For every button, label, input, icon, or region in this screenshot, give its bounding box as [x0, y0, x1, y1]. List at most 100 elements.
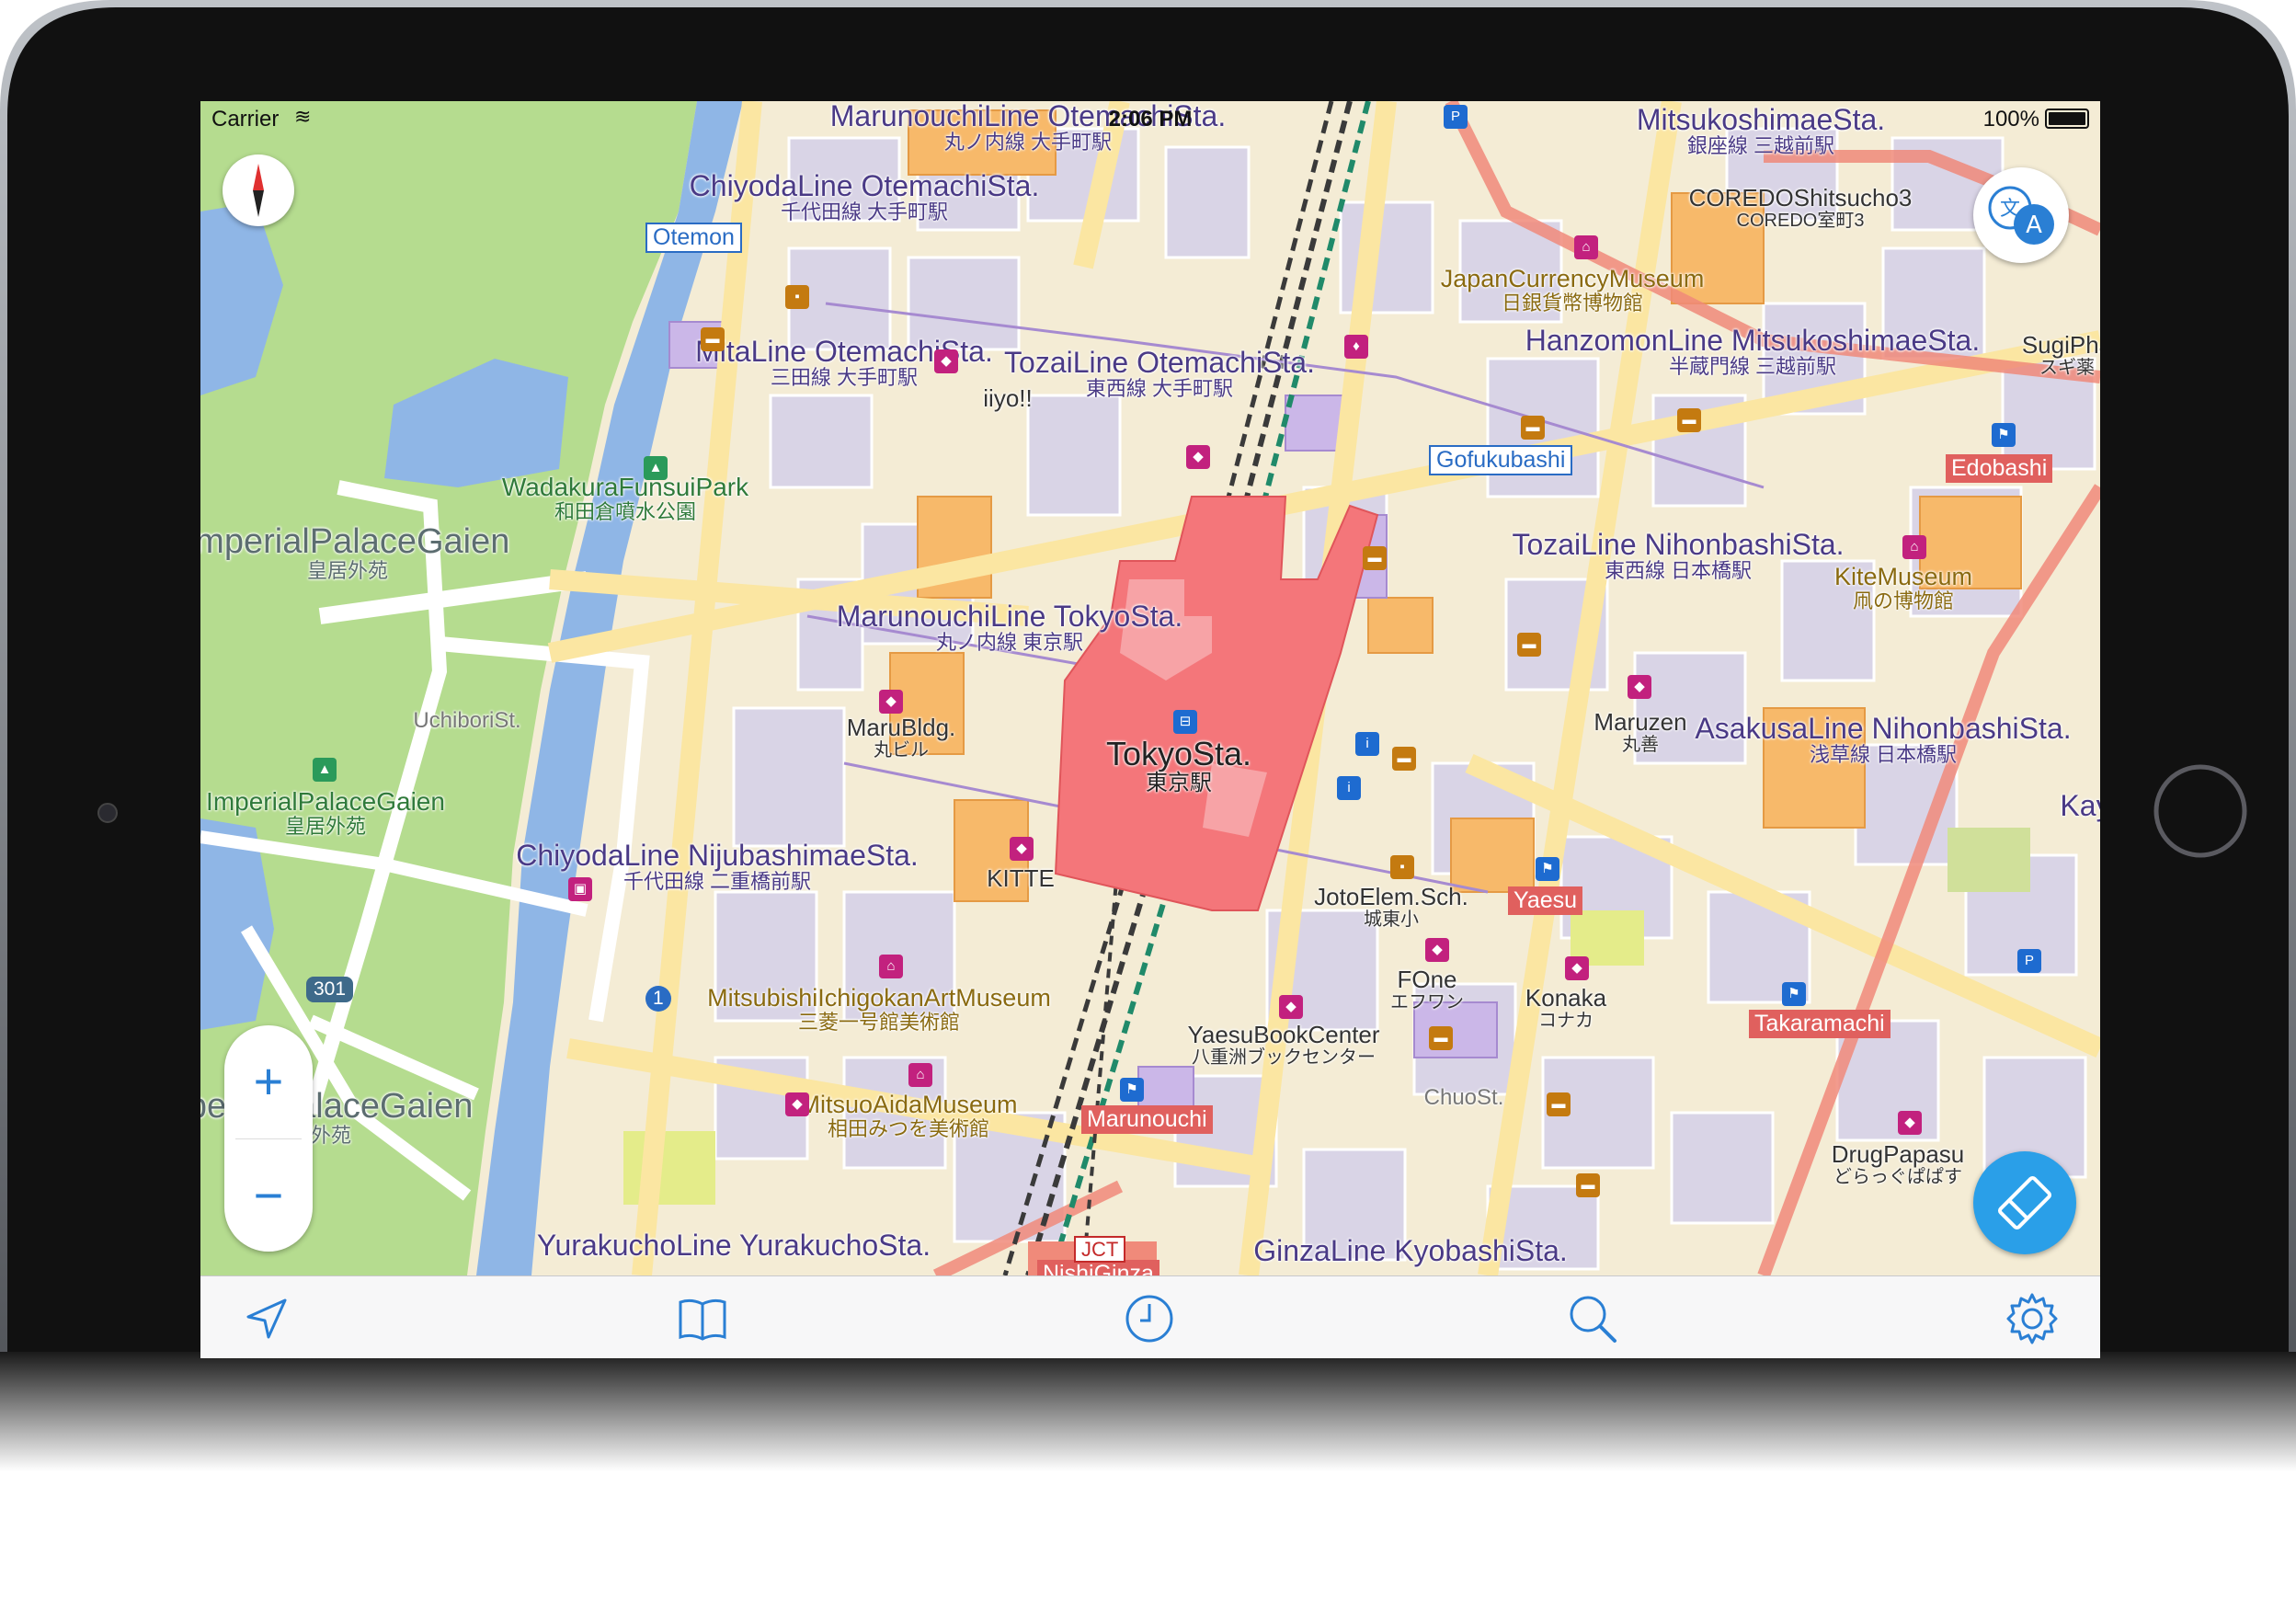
museum-icon[interactable]: ⌂: [908, 1063, 932, 1087]
museum-label-kite[interactable]: KiteMuseum 凧の博物館: [1834, 565, 1972, 612]
shop-icon[interactable]: ◆: [1425, 938, 1449, 962]
shop-icon[interactable]: ◆: [1628, 675, 1651, 699]
compass-button[interactable]: [223, 154, 294, 226]
info-icon[interactable]: i: [1355, 732, 1379, 756]
bridge-tag-gofukubashi[interactable]: Gofukubashi: [1429, 445, 1573, 475]
poi-label-coredo[interactable]: COREDOShitsucho3 COREDO室町3: [1689, 186, 1913, 230]
poi-label-fone[interactable]: FOne エフワン: [1390, 967, 1464, 1012]
area-tag-takaramachi[interactable]: Takaramachi: [1749, 1010, 1890, 1038]
route-shield-1: 1: [645, 986, 671, 1012]
zoom-divider: [235, 1138, 302, 1139]
museum-icon[interactable]: ⌂: [1902, 535, 1926, 559]
parking-icon[interactable]: P: [2017, 949, 2041, 973]
station-label-marunouchi-tokyo[interactable]: MarunouchiLine TokyoSta. 丸ノ内線 東京駅: [837, 601, 1183, 653]
hotel-icon[interactable]: ▬: [1429, 1026, 1453, 1050]
status-time: 2:06 PM: [1108, 107, 1193, 132]
station-label-tozai-nihonbashi[interactable]: TozaiLine NihonbashiSta. 東西線 日本橋駅: [1512, 530, 1844, 581]
street-label-chuo: ChuoSt.: [1423, 1085, 1504, 1110]
poi-label-drug-papasu[interactable]: DrugPapasu どらっぐぱぱす: [1832, 1142, 1965, 1186]
hotel-icon[interactable]: ▬: [1363, 546, 1387, 570]
poi-label-konaka[interactable]: Konaka コナカ: [1525, 986, 1606, 1030]
park-icon[interactable]: ▲: [313, 758, 337, 782]
poi-label-kitte[interactable]: KITTE: [987, 866, 1055, 892]
translate-icon: 文 A: [1988, 186, 2054, 245]
area-tag-marunouchi[interactable]: Marunouchi: [1081, 1105, 1213, 1134]
station-label-hanzomon-mitsukoshimae[interactable]: HanzomonLine MitsukoshimaeSta. 半蔵門線 三越前駅: [1525, 326, 1980, 377]
eraser-button[interactable]: [1973, 1151, 2076, 1254]
tokyo-station-label[interactable]: TokyoSta. 東京駅: [1106, 738, 1251, 795]
pedestrian-icon[interactable]: ⚑: [1120, 1078, 1144, 1102]
compass-icon: [253, 164, 264, 217]
park-icon[interactable]: ▲: [644, 456, 668, 480]
gate-tag-otemon[interactable]: Otemon: [645, 223, 742, 253]
museum-icon[interactable]: ⌂: [879, 955, 903, 978]
station-label-tozai-otemachi[interactable]: TozaiLine OtemachiSta. 東西線 大手町駅: [1004, 348, 1315, 399]
zoom-out-button[interactable]: −: [224, 1145, 313, 1246]
zoom-in-button[interactable]: +: [224, 1031, 313, 1132]
park-label-wadakura[interactable]: WadakuraFunsuiPark 和田倉噴水公園: [502, 475, 748, 522]
pedestrian-icon[interactable]: ⚑: [1536, 857, 1559, 881]
hotel-icon[interactable]: ▬: [1547, 1092, 1571, 1116]
museum-icon[interactable]: ⌂: [1574, 235, 1598, 259]
restaurant-icon[interactable]: ♦: [1344, 335, 1368, 359]
station-label-ginza-kyobashi[interactable]: GinzaLine KyobashiSta.: [1253, 1236, 1568, 1267]
tab-search[interactable]: [1563, 1289, 1622, 1348]
shop-icon[interactable]: ◆: [1010, 837, 1034, 861]
museum-label-mitsubishi[interactable]: MitsubishiIchigokanArtMuseum 三菱一号館美術館: [707, 986, 1051, 1033]
shop-icon[interactable]: ◆: [1898, 1111, 1922, 1135]
shop-icon[interactable]: ◆: [879, 690, 903, 714]
park-label-imperial-palace[interactable]: ImperialPalaceGaien 皇居外苑: [206, 789, 445, 837]
hotel-icon[interactable]: ▬: [1517, 633, 1541, 657]
tab-history[interactable]: [1120, 1289, 1179, 1348]
settings-gear-icon: [2006, 1293, 2058, 1344]
camera-icon: [97, 803, 118, 823]
shop-icon[interactable]: ◆: [1279, 995, 1303, 1019]
poi-label-joto-elem[interactable]: JotoElem.Sch. 城東小: [1314, 885, 1468, 929]
tab-location[interactable]: [237, 1289, 296, 1348]
info-icon[interactable]: i: [1337, 776, 1361, 800]
shop-icon[interactable]: ◆: [1565, 956, 1589, 980]
poi-label-iiyo[interactable]: iiyo!!: [983, 386, 1032, 412]
poi-label-marubldg[interactable]: MaruBldg. 丸ビル: [847, 715, 956, 760]
area-tag-edobashi[interactable]: Edobashi: [1946, 454, 2053, 483]
jct-tag: JCT: [1074, 1236, 1126, 1264]
pedestrian-icon[interactable]: ⚑: [1782, 982, 1806, 1006]
street-label-uchibori: UchiboriSt.: [413, 708, 521, 733]
edge-label: Kay: [2060, 789, 2100, 822]
shop-icon[interactable]: ◆: [934, 349, 958, 373]
museum-label-currency[interactable]: JapanCurrencyMuseum 日銀貨幣博物館: [1441, 267, 1705, 314]
station-label-yurakucho[interactable]: YurakuchoLine YurakuchoSta.: [537, 1230, 931, 1262]
screen: MarunouchiLine OtemachiSta. 丸ノ内線 大手町駅 Chi…: [200, 101, 2100, 1358]
status-bar: Carrier ≋ 2:06 PM 100%: [200, 101, 2100, 138]
hotel-icon[interactable]: ▬: [1576, 1173, 1600, 1197]
school-icon[interactable]: ▪: [785, 285, 809, 309]
station-label-asakusa-nihonbashi[interactable]: AsakusaLine NihonbashiSta. 浅草線 日本橋駅: [1695, 714, 2071, 765]
pedestrian-icon[interactable]: ⚑: [1992, 423, 2016, 447]
poi-label-yaesu-book-center[interactable]: YaesuBookCenter 八重洲ブックセンター: [1187, 1023, 1379, 1067]
train-station-icon[interactable]: ⊟: [1173, 710, 1197, 734]
hotel-icon[interactable]: ▬: [1677, 408, 1701, 432]
eraser-icon: [1997, 1175, 2052, 1230]
school-icon[interactable]: ▪: [1390, 855, 1414, 879]
bookmarks-book-icon: [679, 1298, 726, 1341]
svg-text:A: A: [2026, 212, 2042, 239]
poi-label-sugi[interactable]: SugiPhaスギ薬: [2022, 333, 2100, 377]
station-label-chiyoda-otemachi[interactable]: ChiyodaLine OtemachiSta. 千代田線 大手町駅: [690, 171, 1040, 223]
translate-button[interactable]: 文 A: [1973, 167, 2069, 263]
shop-icon[interactable]: ◆: [785, 1092, 809, 1116]
history-clock-icon: [1125, 1295, 1173, 1343]
hotel-icon[interactable]: ▬: [701, 327, 725, 351]
hotel-icon[interactable]: ▬: [1392, 747, 1416, 771]
tab-bookmarks[interactable]: [673, 1289, 732, 1348]
hotel-icon[interactable]: ▬: [1521, 416, 1545, 440]
museum-label-mitsuo-aida[interactable]: MitsuoAidaMuseum 相田みつを美術館: [799, 1092, 1017, 1139]
tab-settings[interactable]: [2003, 1289, 2062, 1348]
route-shield-301: 301: [306, 977, 354, 1002]
poi-label-maruzen[interactable]: Maruzen 丸善: [1593, 710, 1686, 754]
area-tag-yaesu[interactable]: Yaesu: [1508, 886, 1583, 915]
map-canvas[interactable]: [200, 101, 2100, 1275]
shop-icon[interactable]: ◆: [1186, 445, 1210, 469]
search-icon: [1570, 1296, 1616, 1343]
cafe-icon[interactable]: ▣: [568, 877, 592, 901]
location-arrow-icon: [246, 1298, 287, 1339]
